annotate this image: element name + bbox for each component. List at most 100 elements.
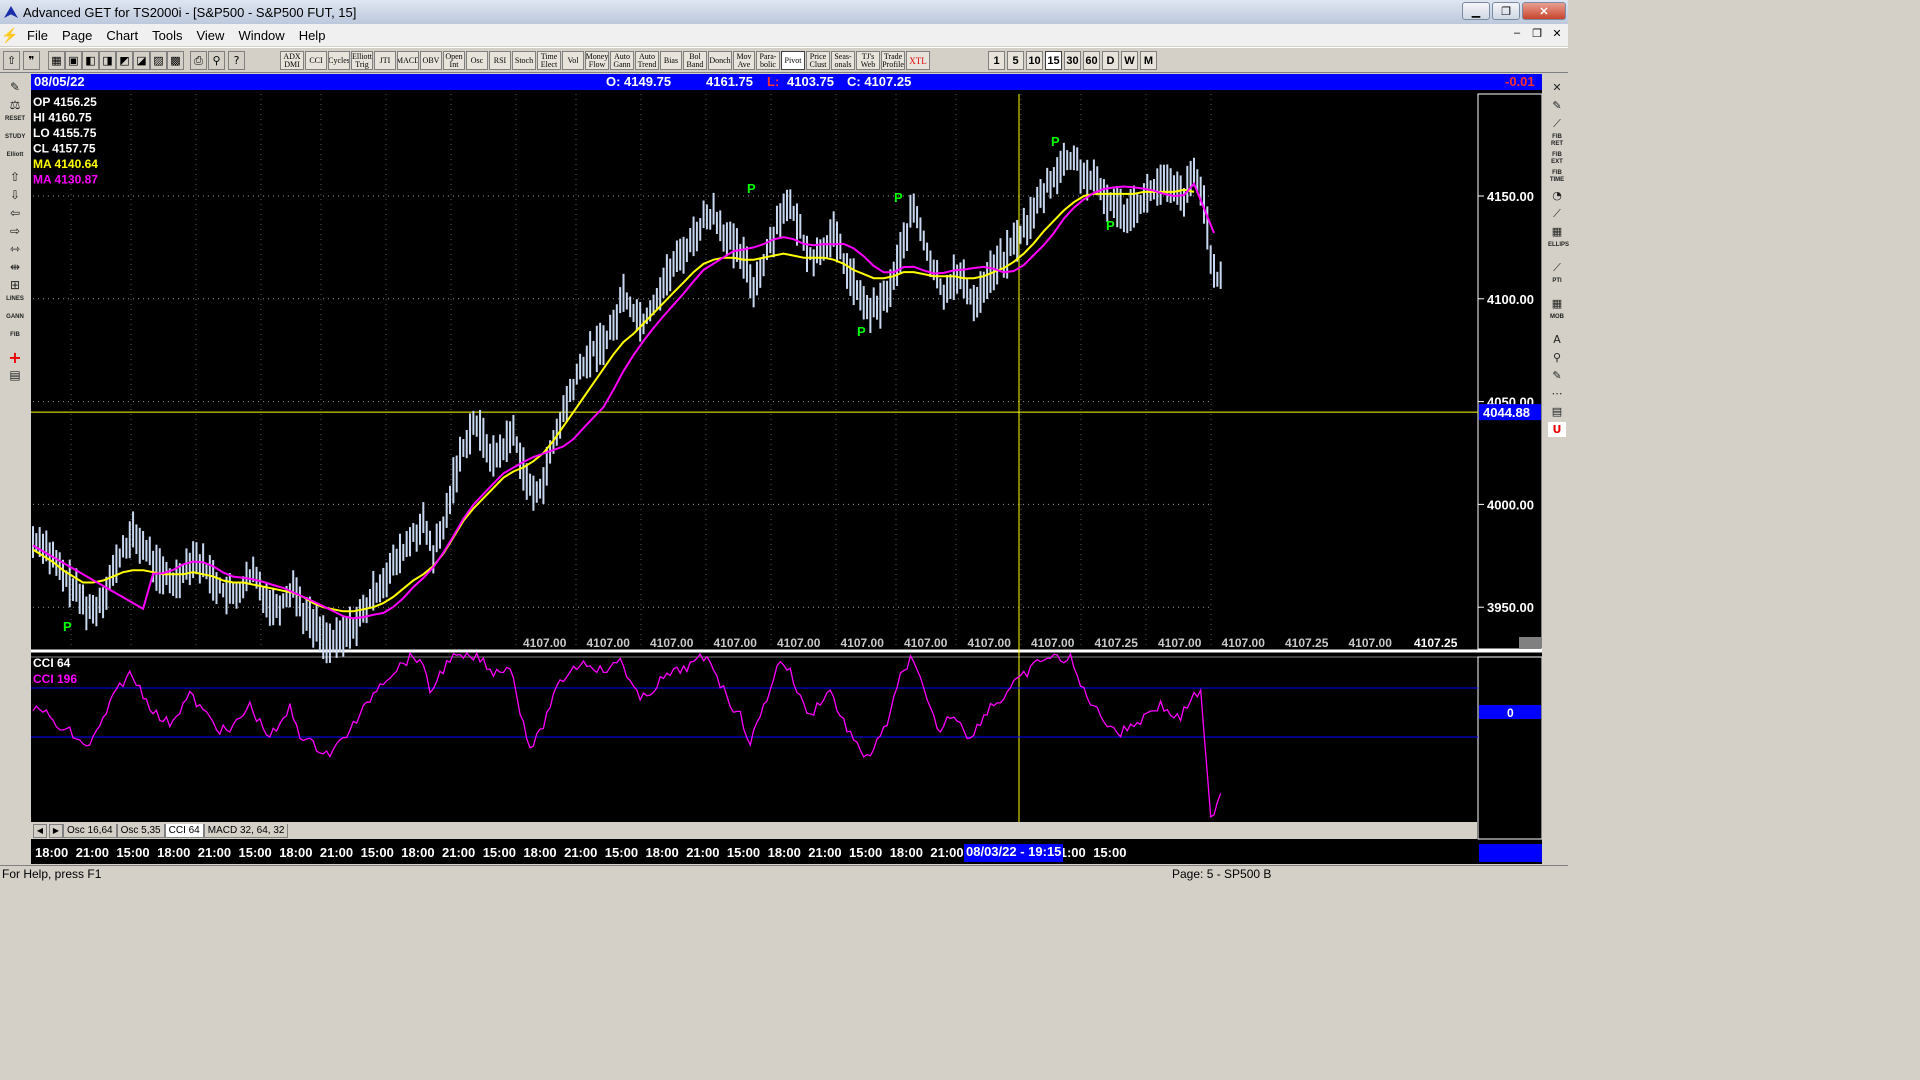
indicator-button-0[interactable]: ADX DMI [280, 51, 304, 70]
tab-scroll-right-icon[interactable]: ▶ [49, 823, 63, 838]
arrow-right-icon[interactable]: ⇨ [5, 224, 25, 239]
arrow-left-icon[interactable]: ⇦ [5, 206, 25, 221]
menu-view[interactable]: View [189, 28, 231, 43]
fib-extension-icon[interactable]: FIB EXT [1548, 152, 1566, 167]
chart-area[interactable]: 4150.00 4100.00 4050.00 4000.00 3950.00 4044.… [31, 74, 1542, 864]
lines-icon[interactable]: LINES [5, 296, 25, 311]
trendline-icon[interactable]: ⟋ [1548, 116, 1566, 131]
indicator-button-6[interactable]: OBV [420, 51, 442, 70]
close-button[interactable]: ✕ [1522, 2, 1566, 20]
indicator-button-13[interactable]: Money Flow [585, 51, 609, 70]
interval-button-10[interactable]: 10 [1026, 51, 1043, 70]
menu-chart[interactable]: Chart [99, 28, 145, 43]
zoom-icon[interactable]: ⚲ [1548, 350, 1566, 365]
indicator-button-14[interactable]: Auto Gann [610, 51, 634, 70]
marker-icon[interactable]: ✎ [1548, 368, 1566, 383]
elliott-icon[interactable]: Elliott [5, 152, 25, 167]
indicator-button-4[interactable]: JTI [374, 51, 396, 70]
fan-icon[interactable]: ⟋ [1548, 206, 1566, 221]
crosshair-icon[interactable]: + [5, 350, 25, 366]
indicator-button-17[interactable]: Bol Band [683, 51, 707, 70]
scale-icon[interactable]: ⚖ [5, 98, 25, 113]
fib-icon[interactable]: FIB [5, 332, 25, 347]
interval-button-D[interactable]: D [1102, 51, 1119, 70]
menu-page[interactable]: Page [55, 28, 99, 43]
indicator-button-1[interactable]: CCI [305, 51, 327, 70]
fib-time-icon[interactable]: FIB TIME [1548, 170, 1566, 185]
grid-icon[interactable]: ▨ [150, 51, 167, 70]
split-icon[interactable]: ◧ [82, 51, 99, 70]
indicator-button-24[interactable]: TJ's Web [856, 51, 880, 70]
pti-icon[interactable]: PTI [1548, 278, 1566, 293]
gann-icon[interactable]: GANN [5, 314, 25, 329]
mdi-minimize-icon[interactable]: – [1510, 27, 1524, 40]
properties-icon[interactable]: ▤ [5, 368, 25, 383]
interval-button-M[interactable]: M [1140, 51, 1157, 70]
tab-macd[interactable]: MACD 32, 64, 32 [203, 823, 289, 838]
tab-osc-16-64[interactable]: Osc 16,64 [63, 823, 117, 838]
menu-tools[interactable]: Tools [145, 28, 189, 43]
indicator-button-20[interactable]: Para- bolic [756, 51, 780, 70]
channel-icon[interactable]: ▦ [1548, 224, 1566, 239]
mdi-close-icon[interactable]: ✕ [1550, 27, 1564, 40]
arc-icon[interactable]: ◔ [1548, 188, 1566, 203]
find-icon[interactable]: ⚲ [208, 51, 225, 70]
indicator-button-7[interactable]: Open Int [443, 51, 465, 70]
print-icon[interactable]: ⎙ [190, 51, 207, 70]
menu-help[interactable]: Help [292, 28, 333, 43]
u-icon[interactable]: U [1548, 422, 1566, 437]
document-icon[interactable]: ⚡ [0, 27, 20, 44]
indicator-button-11[interactable]: Time Elect [537, 51, 561, 70]
arrow-up-icon[interactable]: ⇧ [5, 170, 25, 185]
menu-window[interactable]: Window [231, 28, 291, 43]
layout-icon[interactable]: ▣ [65, 51, 82, 70]
split-icon[interactable]: ◪ [133, 51, 150, 70]
minimize-button[interactable]: ▁ [1462, 2, 1490, 20]
indicator-button-25[interactable]: Trade Profile [881, 51, 905, 70]
indicator-button-12[interactable]: Vol [562, 51, 584, 70]
indicator-button-23[interactable]: Seas- onals [831, 51, 855, 70]
mdi-restore-icon[interactable]: ❐ [1530, 27, 1544, 40]
study-icon[interactable]: STUDY [5, 134, 25, 149]
compress-icon[interactable]: ⇹ [5, 260, 25, 275]
cross-tool-icon[interactable]: ✕ [1548, 80, 1566, 95]
text-tool-icon[interactable]: A [1548, 332, 1566, 347]
interval-button-15[interactable]: 15 [1045, 51, 1062, 70]
tab-cci-64[interactable]: CCI 64 [164, 823, 204, 838]
tab-osc-5-35[interactable]: Osc 5,35 [116, 823, 165, 838]
arrow-down-icon[interactable]: ⇩ [5, 188, 25, 203]
interval-button-1[interactable]: 1 [988, 51, 1005, 70]
interval-button-5[interactable]: 5 [1007, 51, 1024, 70]
indicator-button-9[interactable]: RSI [489, 51, 511, 70]
fib-retracement-icon[interactable]: FIB RET [1548, 134, 1566, 149]
ellipse-icon[interactable]: ELLIPS [1548, 242, 1569, 257]
dots-icon[interactable]: ⋯ [1548, 386, 1566, 401]
indicator-button-3[interactable]: Elliott Trig [351, 51, 373, 70]
table-icon[interactable]: ▦ [1548, 296, 1566, 311]
indicator-button-21[interactable]: Pivot [781, 51, 805, 70]
indicator-button-15[interactable]: Auto Trend [635, 51, 659, 70]
interval-button-W[interactable]: W [1121, 51, 1138, 70]
indicator-button-2[interactable]: Cycles [328, 51, 350, 70]
indicator-button-5[interactable]: MACD [397, 51, 419, 70]
indicator-button-22[interactable]: Price Clust [806, 51, 830, 70]
expand-icon[interactable]: ⇿ [5, 242, 25, 257]
indicator-button-26[interactable]: XTL [906, 51, 930, 70]
indicator-button-8[interactable]: Osc [466, 51, 488, 70]
split-icon[interactable]: ◨ [99, 51, 116, 70]
grid-icon[interactable]: ⊞ [5, 278, 25, 293]
pencil-icon[interactable]: ✎ [1548, 98, 1566, 113]
chart-canvas[interactable]: 4150.004100.004050.004000.003950.004044.… [31, 74, 1542, 864]
split-icon[interactable]: ◩ [116, 51, 133, 70]
list-icon[interactable]: ▤ [1548, 404, 1566, 419]
page-icon[interactable]: ▦ [48, 51, 65, 70]
reset-icon[interactable]: RESET [5, 116, 25, 131]
grid-icon[interactable]: ▩ [167, 51, 184, 70]
interval-button-60[interactable]: 60 [1083, 51, 1100, 70]
tab-scroll-left-icon[interactable]: ◀ [33, 823, 47, 838]
pointer-icon[interactable]: ⇧ [3, 51, 20, 70]
indicator-button-16[interactable]: Bias [660, 51, 682, 70]
mob-icon[interactable]: MOB [1548, 314, 1566, 329]
menu-file[interactable]: File [20, 28, 55, 43]
help-icon[interactable]: ? [228, 51, 245, 70]
